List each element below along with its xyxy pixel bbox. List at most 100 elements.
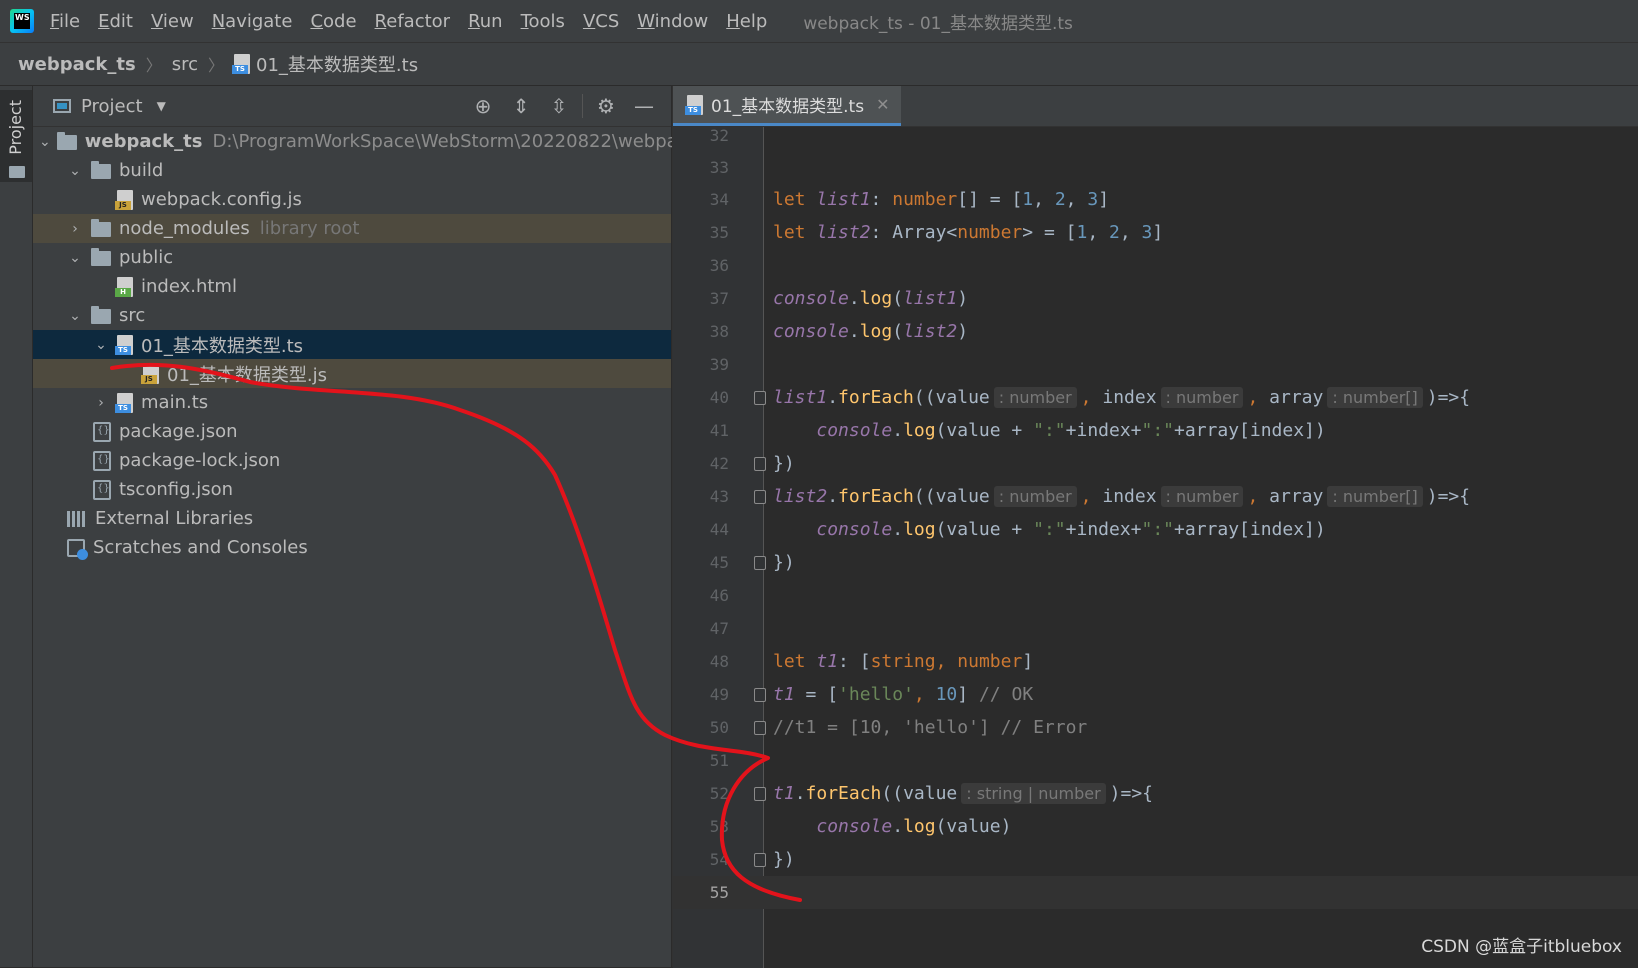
code-line: 52 t1.forEach((value: string | number)=>…: [709, 783, 1154, 804]
fold-marker-icon[interactable]: [754, 721, 766, 735]
menu-window[interactable]: Window: [637, 11, 708, 32]
tree-item-label: package.json: [119, 421, 238, 442]
tree-item-build[interactable]: ⌄ build: [33, 156, 671, 185]
menu-run[interactable]: Run: [468, 11, 503, 32]
expand-all-icon[interactable]: ⇕: [502, 94, 540, 118]
tree-item-webpack-config[interactable]: JS webpack.config.js: [33, 185, 671, 214]
code-line: 33: [709, 158, 729, 177]
project-tree: ⌄ webpack_ts D:\ProgramWorkSpace\WebStor…: [33, 127, 688, 562]
tree-item-label: External Libraries: [95, 508, 254, 529]
tree-item-package-lock[interactable]: package-lock.json: [33, 446, 671, 475]
code-line: 35 let list2: Array<number> = [1, 2, 3]: [709, 222, 1164, 243]
menu-view[interactable]: View: [151, 11, 194, 32]
project-tool-tab[interactable]: Project: [0, 90, 32, 182]
tree-item-label: node_modules: [119, 218, 250, 239]
tree-item-node-modules[interactable]: › node_modules library root: [33, 214, 671, 243]
breadcrumb-folder[interactable]: src: [172, 54, 198, 75]
menu-navigate[interactable]: Navigate: [212, 11, 293, 32]
code-line: 50 //t1 = [10, 'hello'] // Error: [709, 717, 1088, 738]
tree-item-external-libraries[interactable]: External Libraries: [33, 504, 671, 533]
fold-marker-icon[interactable]: [754, 490, 766, 504]
code-area[interactable]: 32 33 34 let list1: number[] = [1, 2, 3]…: [673, 126, 1638, 968]
folder-icon: [91, 306, 111, 324]
project-panel-title[interactable]: Project: [81, 96, 143, 117]
tree-item-label: tsconfig.json: [119, 479, 234, 500]
chevron-right-icon[interactable]: ›: [65, 221, 85, 237]
code-line: 39: [709, 355, 729, 374]
code-line: 45 }): [709, 552, 795, 573]
chevron-down-icon[interactable]: ⌄: [65, 308, 85, 324]
folder-icon: [91, 161, 111, 179]
code-line: 32: [709, 126, 729, 145]
tree-item-package-json[interactable]: package.json: [33, 417, 671, 446]
collapse-all-icon[interactable]: ⇳: [540, 94, 578, 118]
tree-item-main-ts[interactable]: › TS main.ts: [33, 388, 671, 417]
javascript-file-icon: JS: [141, 363, 159, 384]
tree-item-index-html[interactable]: H index.html: [33, 272, 671, 301]
tree-item-tsconfig[interactable]: tsconfig.json: [33, 475, 671, 504]
code-line: 54 }): [709, 849, 795, 870]
code-line: 40 list1.forEach((value: number, index: …: [709, 387, 1471, 408]
code-line: 48 let t1: [string, number]: [709, 651, 1034, 672]
code-line: 47: [709, 619, 729, 638]
project-panel: Project ▼ ⊕ ⇕ ⇳ ⚙ — ⌄ webpack_ts D:\Prog…: [33, 86, 688, 967]
breadcrumb-file-label: 01_基本数据类型.ts: [256, 55, 419, 76]
menu-bar: WS File Edit View Navigate Code Refactor…: [0, 0, 1638, 43]
tree-item-public[interactable]: ⌄ public: [33, 243, 671, 272]
typescript-file-icon: TS: [685, 94, 703, 115]
breadcrumb-file[interactable]: TS 01_基本数据类型.ts: [232, 51, 419, 77]
tree-item-src[interactable]: ⌄ src: [33, 301, 671, 330]
menu-tools[interactable]: Tools: [521, 11, 565, 32]
typescript-file-icon: TS: [115, 334, 133, 355]
webstorm-logo-icon: WS: [10, 9, 34, 33]
menu-help[interactable]: Help: [726, 11, 767, 32]
code-line: 34 let list1: number[] = [1, 2, 3]: [709, 189, 1110, 210]
tree-item-scratches[interactable]: Scratches and Consoles: [33, 533, 671, 562]
fold-marker-icon[interactable]: [754, 787, 766, 801]
gear-icon[interactable]: ⚙: [587, 94, 625, 118]
fold-marker-icon[interactable]: [754, 853, 766, 867]
json-file-icon: [93, 479, 111, 500]
tree-item-label: index.html: [141, 276, 237, 297]
menu-edit[interactable]: Edit: [98, 11, 133, 32]
library-root-hint: library root: [259, 218, 360, 239]
typescript-file-icon: TS: [115, 392, 133, 413]
chevron-down-icon[interactable]: ⌄: [39, 134, 51, 150]
code-line: 38 console.log(list2): [709, 321, 969, 342]
menu-refactor[interactable]: Refactor: [375, 11, 451, 32]
tree-item-label: public: [119, 247, 174, 268]
chevron-down-icon[interactable]: ▼: [157, 99, 166, 113]
chevron-right-icon[interactable]: ›: [91, 395, 111, 411]
tree-item-ts-file[interactable]: ⌄ TS 01_基本数据类型.ts: [33, 330, 671, 359]
folder-icon: [91, 219, 111, 237]
fold-marker-icon[interactable]: [754, 391, 766, 405]
locate-crosshair-icon[interactable]: ⊕: [464, 94, 502, 118]
watermark: CSDN @蓝盒子itbluebox: [1421, 937, 1622, 957]
breadcrumb-project[interactable]: webpack_ts: [18, 54, 136, 75]
scratches-icon: [67, 538, 88, 560]
fold-marker-icon[interactable]: [754, 556, 766, 570]
minimize-icon[interactable]: —: [625, 94, 663, 118]
fold-marker-icon[interactable]: [754, 688, 766, 702]
fold-marker-icon[interactable]: [754, 457, 766, 471]
tree-item-js-file[interactable]: JS 01_基本数据类型.js: [33, 359, 671, 388]
chevron-down-icon[interactable]: ⌄: [65, 163, 85, 179]
folder-icon: [91, 248, 111, 266]
tree-item-label: webpack.config.js: [141, 189, 302, 210]
tree-item-label: build: [119, 160, 164, 181]
close-icon[interactable]: ✕: [876, 95, 889, 114]
code-line: 49 t1 = ['hello', 10] // OK: [709, 684, 1034, 705]
json-file-icon: [93, 450, 111, 471]
chevron-down-icon[interactable]: ⌄: [65, 250, 85, 266]
menu-vcs[interactable]: VCS: [583, 11, 619, 32]
chevron-down-icon[interactable]: ⌄: [91, 337, 111, 353]
tree-item-root[interactable]: ⌄ webpack_ts D:\ProgramWorkSpace\WebStor…: [33, 127, 688, 156]
tree-item-label: 01_基本数据类型.js: [167, 364, 328, 386]
code-line: 42 }): [709, 453, 795, 474]
tool-window-strip: Project: [0, 86, 33, 967]
menu-code[interactable]: Code: [310, 11, 356, 32]
code-line: 43 list2.forEach((value: number, index: …: [709, 486, 1471, 507]
tree-item-label: src: [119, 305, 146, 326]
tree-item-label: main.ts: [141, 392, 209, 413]
menu-file[interactable]: File: [50, 11, 80, 32]
